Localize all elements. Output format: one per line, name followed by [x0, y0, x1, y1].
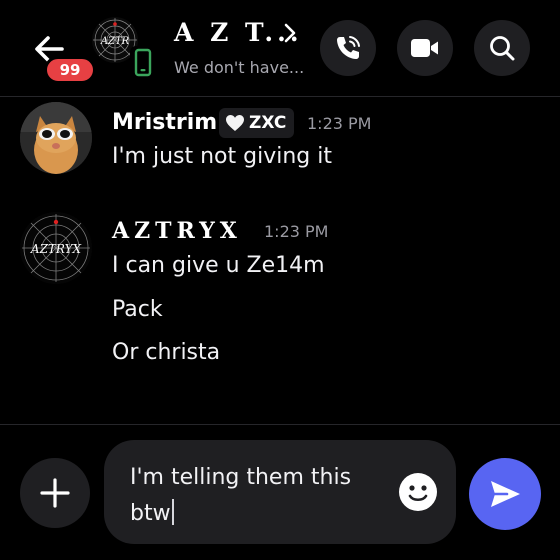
- message-input-text[interactable]: I'm telling them this btw: [130, 460, 390, 532]
- chat-screen: 99 AZTR A Z T... We don't have... Mristr…: [0, 0, 560, 560]
- message-timestamp: 1:23 PM: [307, 114, 372, 133]
- cat-with-sunglasses-image: [20, 102, 92, 174]
- search-icon: [490, 36, 515, 61]
- user-tag-text: ZXC: [249, 113, 287, 133]
- avatar-logo-text: AZTRYX: [30, 242, 82, 256]
- phone-call-icon: [337, 36, 360, 59]
- header-divider: [0, 96, 560, 97]
- web-logo-image: AZTRYX: [20, 212, 92, 284]
- search-button[interactable]: [474, 20, 530, 76]
- chat-header: 99 AZTR A Z T... We don't have...: [0, 0, 560, 96]
- message-author[interactable]: Mristrim: [112, 110, 217, 135]
- avatar-logo-text: AZTR: [100, 36, 130, 47]
- emoji-button[interactable]: [398, 472, 438, 512]
- message-input-line-2: btw: [130, 501, 171, 526]
- message-text: I can give u Ze14m: [112, 253, 325, 278]
- message-input[interactable]: I'm telling them this btw: [104, 440, 456, 544]
- voice-call-button[interactable]: [320, 20, 376, 76]
- chevron-right-icon[interactable]: [282, 22, 298, 44]
- message-timestamp: 1:23 PM: [264, 222, 329, 241]
- send-icon: [491, 481, 520, 507]
- avatar-aztryx[interactable]: AZTRYX: [20, 212, 92, 284]
- send-button[interactable]: [469, 458, 541, 530]
- heart-icon: [226, 115, 244, 131]
- add-attachment-button[interactable]: [20, 458, 90, 528]
- video-call-button[interactable]: [397, 20, 453, 76]
- user-tag-badge[interactable]: ZXC: [219, 108, 295, 138]
- channel-subtitle: We don't have...: [174, 58, 305, 77]
- message-author[interactable]: AZTRYX: [112, 218, 242, 244]
- video-camera-icon: [411, 39, 438, 57]
- message-text: Or christa: [112, 340, 221, 365]
- unread-count-badge: 99: [44, 56, 96, 84]
- message-text: I'm just not giving it: [112, 144, 332, 169]
- message-input-line-1: I'm telling them this: [130, 465, 352, 490]
- text-caret: [171, 499, 174, 525]
- emoji-smile-icon: [399, 473, 437, 511]
- composer-divider: [0, 424, 560, 425]
- message-text: Pack: [112, 297, 163, 322]
- avatar-mristrim[interactable]: [20, 102, 92, 174]
- plus-icon: [40, 478, 70, 508]
- mobile-phone-icon: [130, 46, 156, 80]
